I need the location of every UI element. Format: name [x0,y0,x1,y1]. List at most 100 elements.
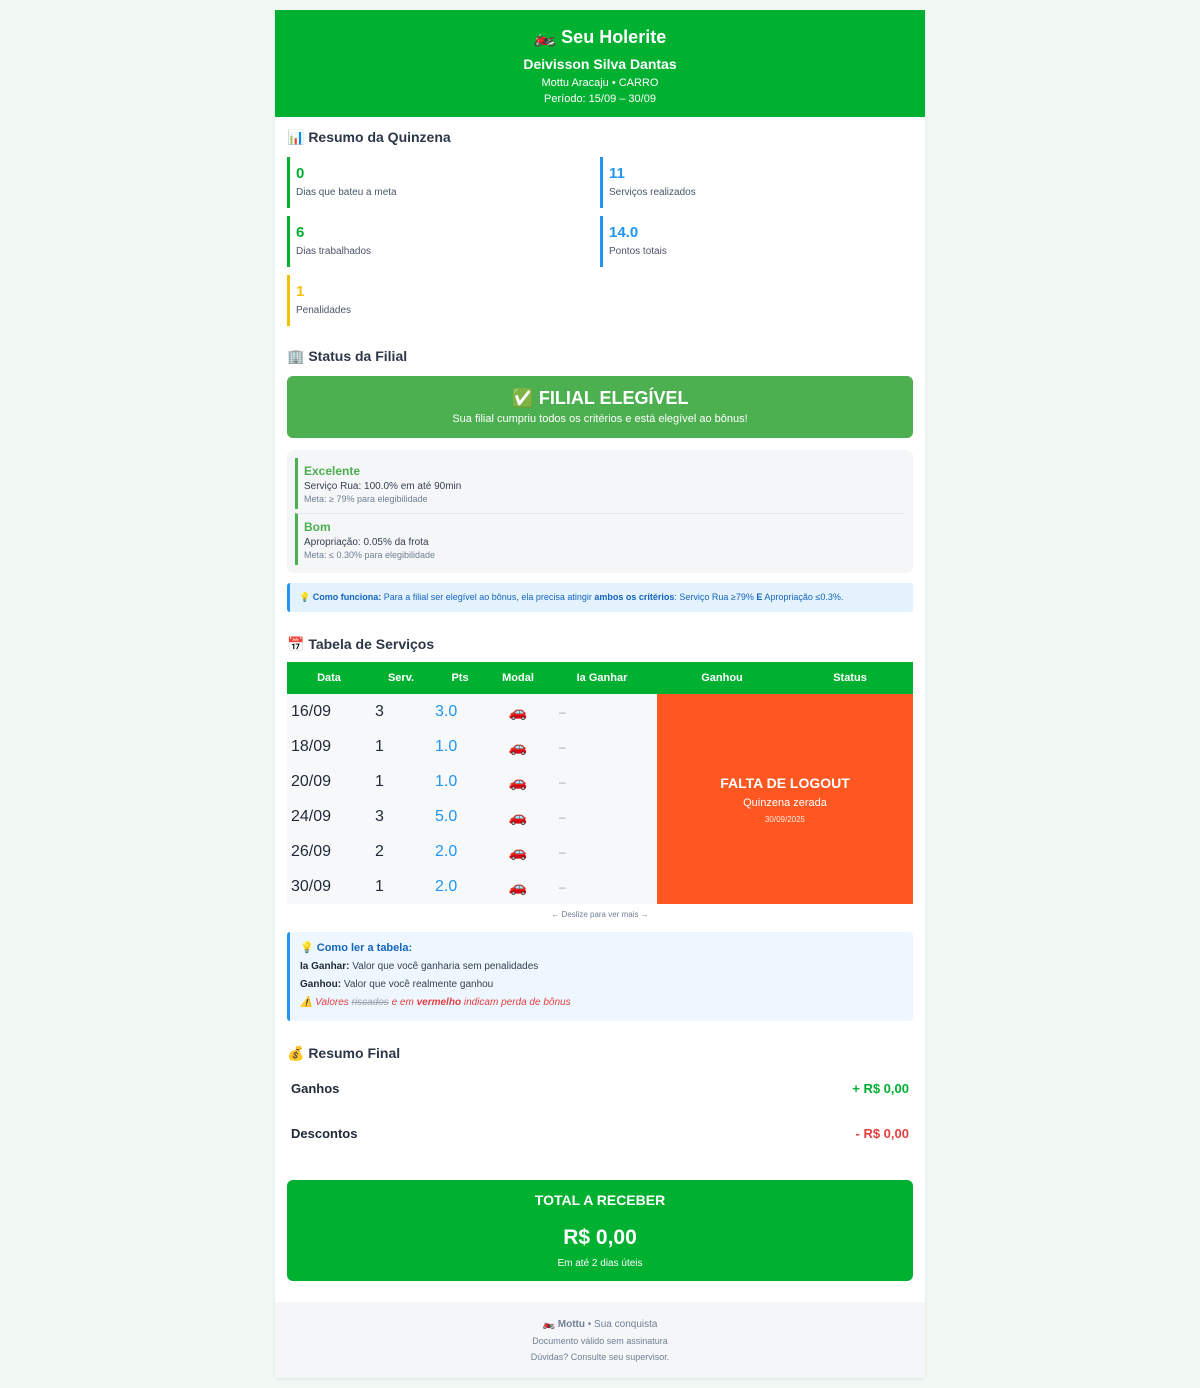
cell-points: 3.0 [431,694,489,729]
col-header-ganhou: Ganhou [701,672,743,684]
filial-title: 🏢 Status da Filial [287,348,408,364]
legend-label: Ia Ganhar: [300,961,350,972]
final-summary-section: 💰 Resumo Final Ganhos + R$ 0,00 Desconto… [275,1021,925,1281]
criterion-meta: Meta: ≤ 0.30% para elegibilidade [304,550,436,560]
cell-services: 3 [371,799,431,834]
cell-ia-ganhar: – [547,764,657,799]
table-header-row: Data Serv. Pts Modal Ia Ganhar Ganhou St… [287,662,913,694]
note-text: : Serviço Rua ≥79% [674,592,757,602]
eligibility-status: ✅ FILIAL ELEGÍVEL [511,388,689,408]
footer-validity: Documento válido sem assinatura [532,1336,668,1346]
note-bold: ambos os critérios [594,592,675,602]
legend-label: Ganhou: [300,979,342,990]
penalty-subtitle: Quinzena zerada [743,796,827,809]
discounts-label: Descontos [291,1126,358,1141]
note-text: Apropriação ≤0.3%. [762,592,844,602]
stat-label: Penalidades [296,305,352,316]
payslip-header: 🏍️ Seu Holerite Deivisson Silva Dantas M… [275,10,925,117]
warning-icon: ⚠️ [300,997,313,1008]
stat-points: 14.0 Pontos totais [600,216,913,267]
stat-value: 11 [609,165,625,182]
stat-label: Dias trabalhados [296,246,372,257]
criterion-desc: Serviço Rua: 100.0% em até 90min [304,481,462,492]
col-header-status: Status [833,672,867,684]
scroll-hint: ← Deslize para ver mais → [551,910,649,919]
stat-days-goal: 0 Dias que bateu a meta [287,157,600,208]
stat-value: 1 [296,283,305,300]
how-to-line-ia-ganhar: Ia Ganhar: Valor que você ganharia sem p… [300,960,903,973]
footer-tagline: • Sua conquista [585,1319,658,1330]
cell-services: 1 [371,764,431,799]
stat-value: 14.0 [609,224,639,241]
cell-points: 5.0 [431,799,489,834]
total-value: R$ 0,00 [563,1226,637,1249]
legend-text: Valor que você ganharia sem penalidades [349,961,539,972]
stat-label: Pontos totais [609,246,667,257]
cell-ia-ganhar: – [547,869,657,904]
how-it-works-note: 💡 Como funciona: Para a filial ser elegí… [287,583,913,612]
discounts-value: - R$ 0,00 [855,1126,909,1141]
warning-strike: riscados [351,997,389,1008]
stat-label: Serviços realizados [609,187,696,198]
how-to-line-ganhou: Ganhou: Valor que você realmente ganhou [300,978,903,991]
col-header-modal: Modal [502,672,534,684]
warning-text: e em [388,997,417,1008]
cell-date: 16/09 [287,694,371,729]
payslip-card: 🏍️ Seu Holerite Deivisson Silva Dantas M… [275,10,925,1378]
cell-ia-ganhar: – [547,729,657,764]
summary-section: 📊 Resumo da Quinzena 0 Dias que bateu a … [275,117,925,326]
col-header-pts: Pts [451,672,469,684]
warning-bold: vermelho [416,997,462,1008]
stat-value: 6 [296,224,305,241]
summary-title: 📊 Resumo da Quinzena [287,129,451,145]
note-label: Como funciona: [312,592,382,602]
cell-date: 30/09 [287,869,371,904]
total-box: TOTAL A RECEBER R$ 0,00 Em até 2 dias út… [287,1180,913,1281]
criterion-desc: Apropriação: 0.05% da frota [304,537,429,548]
stat-value: 0 [296,165,305,182]
eligibility-message: Sua filial cumpriu todos os critérios e … [452,413,748,425]
footer-brand-line: 🏍️ Mottu • Sua conquista [275,1318,925,1331]
penalty-title: FALTA DE LOGOUT [720,774,850,791]
services-title: 📅 Tabela de Serviços [287,636,435,652]
cell-ia-ganhar: – [547,799,657,834]
stat-label: Dias que bateu a meta [296,187,397,198]
footer-brand: 🏍️ Mottu [542,1319,585,1330]
services-section: 📅 Tabela de Serviços Data Serv. Pts Moda… [275,612,925,1021]
cell-points: 1.0 [431,764,489,799]
cell-date: 26/09 [287,834,371,869]
cell-points: 2.0 [431,869,489,904]
services-table[interactable]: Data Serv. Pts Modal Ia Ganhar Ganhou St… [287,662,913,904]
earnings-label: Ganhos [291,1081,340,1096]
legend-text: Valor que você realmente ganhou [341,979,494,990]
stat-days-worked: 6 Dias trabalhados [287,216,600,267]
col-header-ia-ganhar: Ia Ganhar [576,672,628,684]
filial-section: 🏢 Status da Filial ✅ FILIAL ELEGÍVEL Sua… [275,326,925,612]
period-info: Período: 15/09 – 30/09 [544,93,656,105]
cell-ia-ganhar: – [547,834,657,869]
warning-text: Valores [312,997,352,1008]
stat-services: 11 Serviços realizados [600,157,913,208]
eligibility-banner: ✅ FILIAL ELEGÍVEL Sua filial cumpriu tod… [287,376,913,438]
col-header-serv: Serv. [387,672,415,684]
logout-penalty-block: FALTA DE LOGOUT Quinzena zerada 30/09/20… [657,694,913,904]
car-icon: 🚗 [489,729,547,764]
how-to-read-title: 💡 Como ler a tabela: [300,942,413,954]
cell-services: 3 [371,694,431,729]
note-text: Para a filial ser elegível ao bônus, ela… [381,592,595,602]
footer-help: Dúvidas? Consulte seu supervisor. [530,1352,670,1362]
warning-text: indicam perda de bônus [461,997,571,1008]
how-to-warning: ⚠️ Valores riscados e em vermelho indica… [300,996,903,1009]
car-icon: 🚗 [489,694,547,729]
table-row: 16/09 3 3.0 🚗 – FALTA DE LOGOUT Quinzena… [287,694,913,904]
how-to-read-box: 💡 Como ler a tabela: Ia Ganhar: Valor qu… [287,932,913,1021]
criterion-meta: Meta: ≥ 79% para elegibilidade [304,494,428,504]
footer: 🏍️ Mottu • Sua conquista Documento válid… [275,1302,925,1378]
cell-services: 2 [371,834,431,869]
criterion-appropriation: Bom Apropriação: 0.05% da frota Meta: ≤ … [295,513,905,565]
cell-points: 2.0 [431,834,489,869]
car-icon: 🚗 [489,869,547,904]
cell-ia-ganhar: – [547,694,657,729]
earnings-row: Ganhos + R$ 0,00 [287,1066,913,1111]
penalty-date: 30/09/2025 [764,814,806,824]
